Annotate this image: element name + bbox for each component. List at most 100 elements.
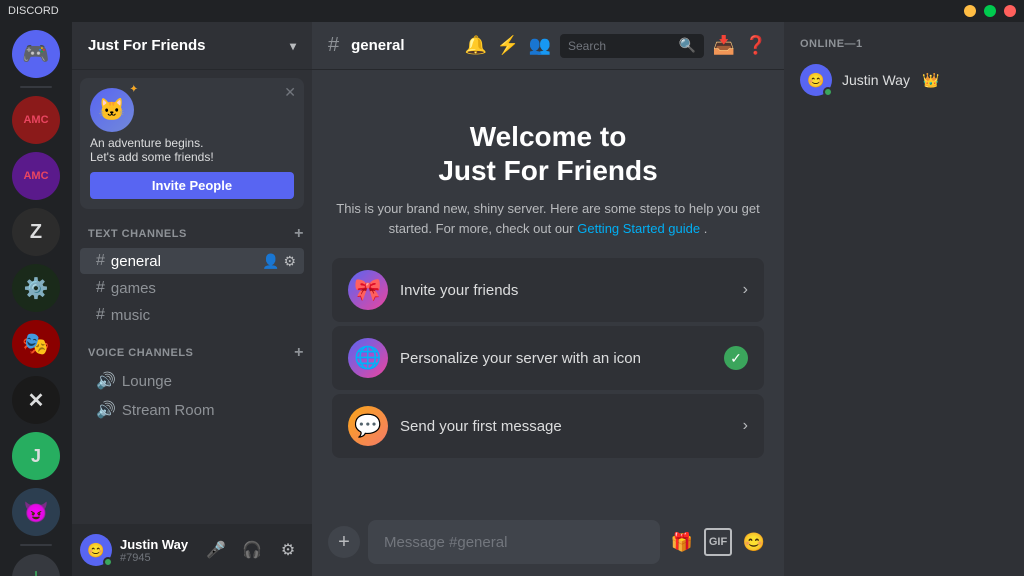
member-online-dot: [823, 87, 833, 97]
voice-channels-header[interactable]: VOICE CHANNELS +: [72, 340, 312, 366]
invite-friends-chevron-icon: ›: [743, 281, 748, 299]
members-toggle-icon[interactable]: 👥: [528, 34, 552, 58]
invite-card-close-button[interactable]: ✕: [284, 84, 296, 101]
action-card-invite[interactable]: 🎀 Invite your friends ›: [332, 258, 764, 322]
app-container: 🎮 AMC AMC Z ⚙️ 🎭 ✕ J 😈 + 🧭 Just For Frie…: [0, 22, 1024, 576]
close-button[interactable]: [1004, 5, 1016, 17]
channel-item-stream-room[interactable]: 🔊 Stream Room: [80, 396, 304, 424]
channel-item-general[interactable]: # general 👤 ⚙: [80, 248, 304, 274]
voice-channels-section: VOICE CHANNELS + 🔊 Lounge 🔊 Stream Room: [72, 340, 312, 424]
server-icon-amc2[interactable]: AMC: [12, 152, 60, 200]
add-text-channel-button[interactable]: +: [294, 225, 304, 243]
action-card-message[interactable]: 💬 Send your first message ›: [332, 394, 764, 458]
channel-name-stream-room: Stream Room: [122, 402, 296, 419]
add-server-button[interactable]: +: [12, 554, 60, 576]
user-tag: #7945: [120, 552, 192, 564]
search-icon: 🔍: [679, 37, 696, 54]
message-bar: + 🎁 GIF 😊: [312, 508, 784, 576]
search-bar: 🔍: [560, 34, 704, 58]
server-name: Just For Friends: [88, 37, 206, 54]
minimize-button[interactable]: [964, 5, 976, 17]
titlebar: DISCORD: [0, 0, 1024, 22]
server-divider: [20, 86, 52, 88]
bell-icon[interactable]: 🔔: [464, 34, 488, 58]
server-icon-home[interactable]: 🎮: [12, 30, 60, 78]
deafen-button[interactable]: 🎧: [236, 534, 268, 566]
settings-icon[interactable]: ⚙: [283, 253, 296, 270]
channel-icons: 👤 ⚙: [262, 253, 296, 270]
inbox-icon[interactable]: 📥: [712, 34, 736, 58]
send-message-icon: 💬: [348, 406, 388, 446]
topbar-icons: 🔔 ⚡ 👥 🔍 📥 ❓: [464, 34, 768, 58]
server-divider-2: [20, 544, 52, 546]
invite-people-button[interactable]: Invite People: [90, 172, 294, 199]
voice-icon-stream: 🔊: [96, 400, 116, 420]
server-icon-drama[interactable]: 🎭: [12, 320, 60, 368]
invite-card-text: An adventure begins. Let's add some frie…: [90, 136, 294, 164]
invite-card: ✕ 🐱 ✦ An adventure begins. Let's add som…: [80, 78, 304, 209]
user-controls: 🎤 🎧 ⚙: [200, 534, 304, 566]
action-card-personalize[interactable]: 🌐 Personalize your server with an icon ✓: [332, 326, 764, 390]
chevron-down-icon: ▾: [290, 39, 296, 53]
member-item-justin[interactable]: 😊 Justin Way 👑: [792, 58, 1016, 102]
member-name-justin: Justin Way: [842, 72, 910, 88]
message-add-button[interactable]: +: [328, 526, 360, 558]
welcome-title: Welcome to Just For Friends: [438, 120, 657, 187]
text-channels-header[interactable]: TEXT CHANNELS +: [72, 221, 312, 247]
titlebar-title: DISCORD: [8, 5, 59, 17]
boost-icon[interactable]: ⚡: [496, 34, 520, 58]
invite-card-line2: Let's add some friends!: [90, 150, 294, 164]
hash-icon-music: #: [96, 306, 105, 324]
mute-button[interactable]: 🎤: [200, 534, 232, 566]
channel-name-lounge: Lounge: [122, 373, 296, 390]
getting-started-link[interactable]: Getting Started guide: [577, 221, 700, 236]
server-header[interactable]: Just For Friends ▾: [72, 22, 312, 70]
voice-channels-label: VOICE CHANNELS: [88, 347, 193, 359]
channel-sidebar: Just For Friends ▾ ✕ 🐱 ✦ An adventure be…: [72, 22, 312, 576]
hash-icon: #: [96, 252, 105, 270]
main-content: # general 🔔 ⚡ 👥 🔍 📥 ❓ Welcome to Just: [312, 22, 784, 576]
server-icon-gear[interactable]: ⚙️: [12, 264, 60, 312]
personalize-check-icon: ✓: [724, 346, 748, 370]
channel-item-lounge[interactable]: 🔊 Lounge: [80, 367, 304, 395]
server-icon-devil[interactable]: 😈: [12, 488, 60, 536]
message-input-wrap: [368, 520, 660, 564]
member-avatar-justin: 😊: [800, 64, 832, 96]
help-icon[interactable]: ❓: [744, 34, 768, 58]
welcome-description: This is your brand new, shiny server. He…: [332, 199, 764, 238]
chat-area: Welcome to Just For Friends This is your…: [312, 70, 784, 508]
channel-item-music[interactable]: # music: [80, 302, 304, 328]
welcome-title-line2: Just For Friends: [438, 155, 657, 186]
channel-name-games: games: [111, 280, 296, 297]
user-settings-button[interactable]: ⚙: [272, 534, 304, 566]
voice-icon-lounge: 🔊: [96, 371, 116, 391]
user-info: Justin Way #7945: [120, 537, 192, 564]
add-voice-channel-button[interactable]: +: [294, 344, 304, 362]
user-area: 😊 Justin Way #7945 🎤 🎧 ⚙: [72, 524, 312, 576]
server-icon-amc1[interactable]: AMC: [12, 96, 60, 144]
members-sidebar: ONLINE—1 😊 Justin Way 👑: [784, 22, 1024, 576]
gift-icon[interactable]: 🎁: [668, 528, 696, 556]
user-avatar: 😊: [80, 534, 112, 566]
user-status-dot: [103, 557, 113, 567]
maximize-button[interactable]: [984, 5, 996, 17]
invite-card-line1: An adventure begins.: [90, 136, 294, 150]
invite-friends-icon: 🎀: [348, 270, 388, 310]
server-icon-z[interactable]: Z: [12, 208, 60, 256]
welcome-box: Welcome to Just For Friends This is your…: [332, 120, 764, 458]
server-icon-x[interactable]: ✕: [12, 376, 60, 424]
personalize-icon: 🌐: [348, 338, 388, 378]
server-icon-j[interactable]: J: [12, 432, 60, 480]
search-input[interactable]: [568, 39, 673, 53]
emoji-button[interactable]: 😊: [740, 528, 768, 556]
message-right-icons: 🎁 GIF 😊: [668, 528, 768, 556]
gif-button[interactable]: GIF: [704, 528, 732, 556]
message-input[interactable]: [384, 534, 644, 551]
channel-item-games[interactable]: # games: [80, 275, 304, 301]
invite-mascot: 🐱 ✦: [90, 88, 134, 132]
member-icon[interactable]: 👤: [262, 253, 279, 270]
user-name: Justin Way: [120, 537, 192, 552]
channel-name-general: general: [111, 253, 256, 270]
hash-icon-games: #: [96, 279, 105, 297]
titlebar-controls: [964, 5, 1016, 17]
